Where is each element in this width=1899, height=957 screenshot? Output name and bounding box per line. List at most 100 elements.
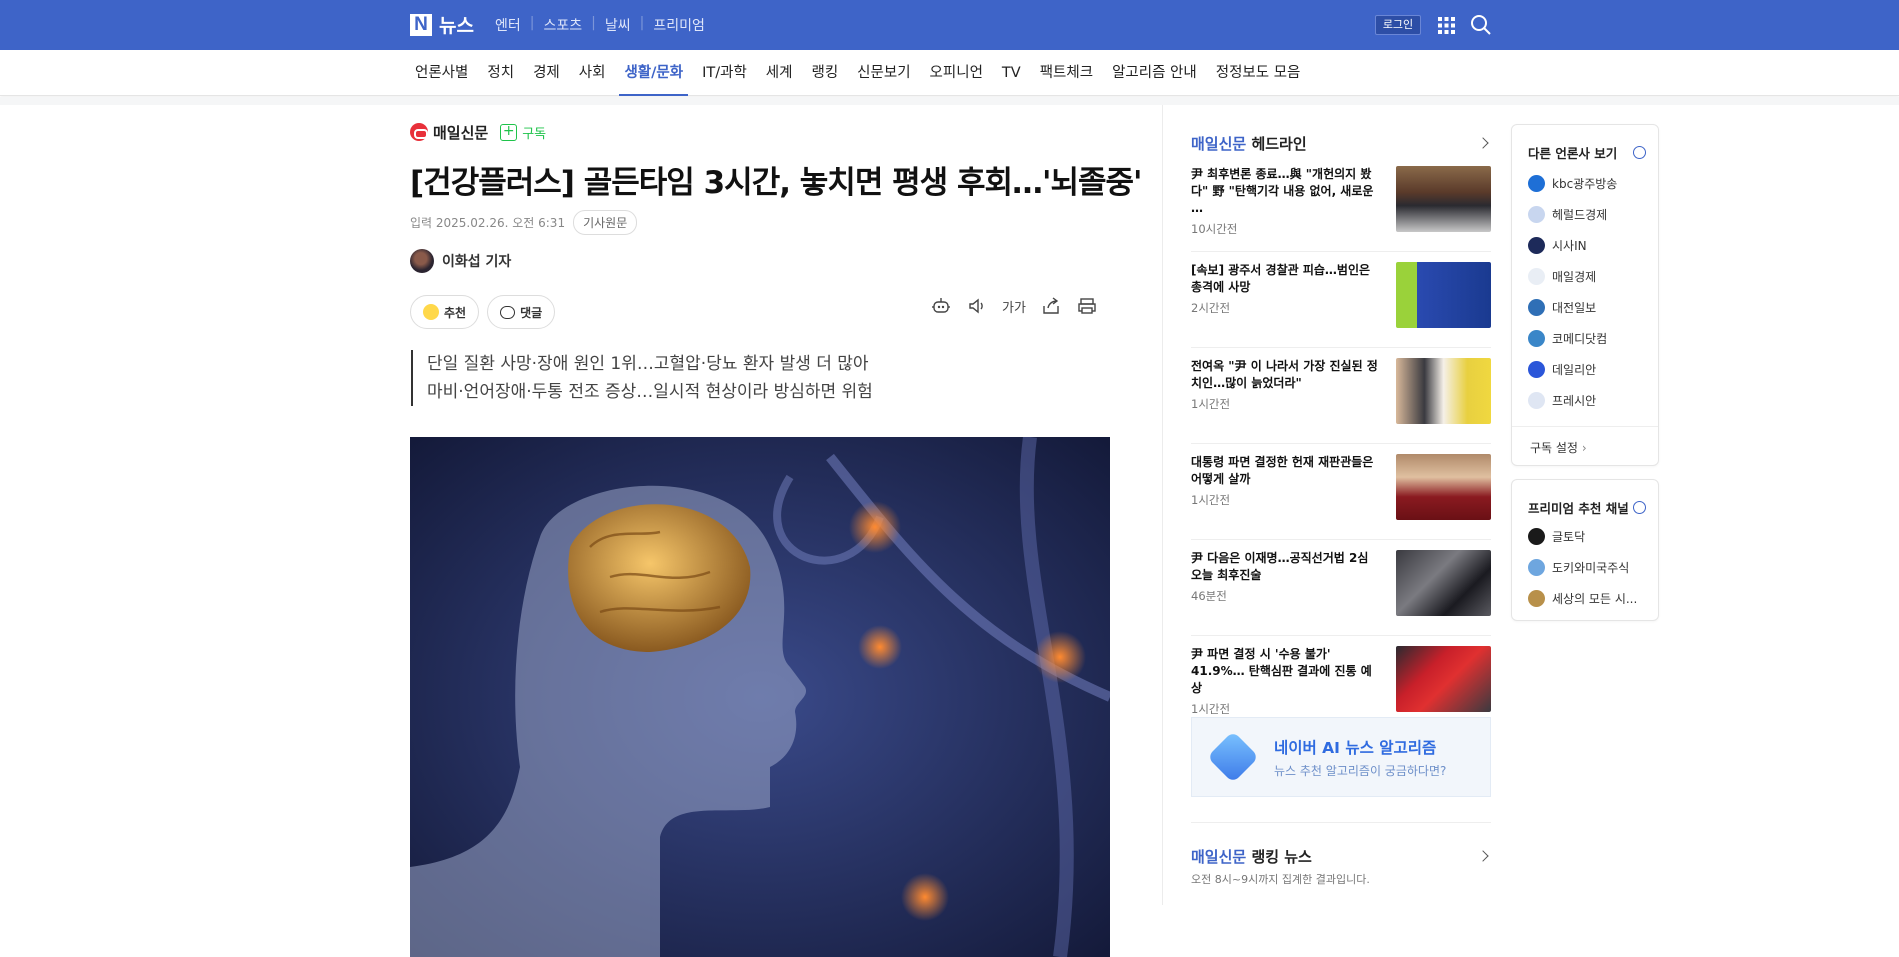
naver-logo: N bbox=[410, 13, 432, 36]
ranking-section: 매일신문 랭킹 뉴스 오전 8시~9시까지 집계한 결과입니다. bbox=[1191, 822, 1491, 887]
premium-channel-link[interactable]: 글토닥 bbox=[1512, 521, 1658, 552]
press-header: 매일신문 + 구독 bbox=[410, 120, 1110, 144]
chevron-right-icon[interactable] bbox=[1477, 850, 1489, 862]
ai-banner-subtitle: 뉴스 추천 알고리즘이 궁금하다면? bbox=[1274, 763, 1447, 778]
service-sports[interactable]: 스포츠 bbox=[543, 15, 582, 35]
subscription-settings-label: 구독 설정 bbox=[1530, 441, 1578, 455]
press-link[interactable]: 대전일보 bbox=[1512, 292, 1658, 323]
headline-thumbnail[interactable] bbox=[1396, 262, 1491, 328]
press-link-name: 시사IN bbox=[1552, 239, 1587, 253]
recommend-button[interactable]: 추천 bbox=[410, 295, 480, 329]
plus-icon: + bbox=[500, 123, 518, 141]
comment-button[interactable]: 댓글 bbox=[487, 295, 556, 329]
search-icon[interactable] bbox=[1470, 14, 1492, 36]
premium-channel-link[interactable]: 도키와미국주식 bbox=[1512, 552, 1658, 583]
press-link-name: 프레시안 bbox=[1552, 394, 1597, 408]
press-link[interactable]: 헤럴드경제 bbox=[1512, 199, 1658, 230]
nav-algorithm[interactable]: 알고리즘 안내 bbox=[1107, 50, 1202, 96]
ai-algorithm-banner[interactable]: 네이버 AI 뉴스 알고리즘 뉴스 추천 알고리즘이 궁금하다면? bbox=[1191, 717, 1491, 797]
nav-society[interactable]: 사회 bbox=[574, 50, 611, 96]
press-link[interactable]: 프레시안 bbox=[1512, 385, 1658, 416]
chevron-right-icon: › bbox=[1581, 441, 1587, 455]
premium-title: 프리미엄 추천 채널 bbox=[1528, 501, 1629, 516]
press-link[interactable]: 코메디닷컴 bbox=[1512, 323, 1658, 354]
nav-press[interactable]: 언론사별 bbox=[410, 50, 473, 96]
premium-channel-link[interactable]: 세상의 모든 시... bbox=[1512, 583, 1658, 614]
apps-grid-icon[interactable] bbox=[1438, 17, 1455, 34]
headline-title: 尹 다음은 이재명…공직선거법 2심 오늘 최후진술 bbox=[1191, 551, 1369, 582]
summary-line: 단일 질환 사망·장애 원인 1위…고혈압·당뇨 환자 발생 더 많아 bbox=[427, 354, 869, 374]
ranking-press: 매일신문 bbox=[1191, 847, 1247, 866]
share-icon[interactable] bbox=[1040, 295, 1062, 317]
speaker-icon[interactable] bbox=[966, 295, 988, 317]
press-logo-icon bbox=[1528, 299, 1545, 316]
nav-factcheck[interactable]: 팩트체크 bbox=[1035, 50, 1098, 96]
nav-opinion[interactable]: 오피니언 bbox=[925, 50, 988, 96]
channel-name: 글토닥 bbox=[1552, 530, 1586, 544]
headline-time: 1시간전 bbox=[1191, 702, 1231, 716]
service-weather[interactable]: 날씨 bbox=[605, 15, 631, 35]
service-links: 엔터 | 스포츠 | 날씨 | 프리미엄 bbox=[495, 15, 705, 35]
nav-newspaper[interactable]: 신문보기 bbox=[852, 50, 915, 96]
author[interactable]: 이화섭 기자 bbox=[410, 249, 1110, 273]
headlines-header[interactable]: 매일신문 헤드라인 bbox=[1191, 132, 1491, 154]
refresh-icon[interactable] bbox=[1633, 146, 1646, 159]
nav-ranking[interactable]: 랭킹 bbox=[806, 50, 843, 96]
nav-politics[interactable]: 정치 bbox=[482, 50, 519, 96]
headline-title: 대통령 파면 결정한 헌재 재판관들은 어떻게 살까 bbox=[1191, 455, 1374, 486]
news-logo-text: 뉴스 bbox=[439, 15, 474, 37]
press-link[interactable]: 시사IN bbox=[1512, 230, 1658, 261]
press-link[interactable]: 매일경제 bbox=[1512, 261, 1658, 292]
article: 매일신문 + 구독 [건강플러스] 골든타임 3시간, 놓치면 평생 후회…'뇌… bbox=[410, 120, 1143, 957]
headline-item[interactable]: 尹 최후변론 종료…與 "개헌의지 봤다" 野 "탄핵기각 내용 없어, 새로운… bbox=[1191, 166, 1491, 252]
smile-icon bbox=[423, 304, 439, 320]
article-meta: 입력 2025.02.26. 오전 6:31 기사원문 bbox=[410, 210, 1110, 235]
author-name: 이화섭 기자 bbox=[442, 254, 512, 270]
press-logo-icon bbox=[1528, 392, 1545, 409]
print-icon[interactable] bbox=[1076, 295, 1098, 317]
nav-tv[interactable]: TV bbox=[997, 50, 1026, 96]
chevron-right-icon[interactable] bbox=[1477, 137, 1489, 149]
headline-thumbnail[interactable] bbox=[1396, 358, 1491, 424]
press-name[interactable]: 매일신문 bbox=[433, 122, 488, 143]
naver-news-logo[interactable]: N 뉴스 bbox=[410, 11, 474, 38]
nav-world[interactable]: 세계 bbox=[761, 50, 798, 96]
headline-thumbnail[interactable] bbox=[1396, 550, 1491, 616]
refresh-icon[interactable] bbox=[1633, 501, 1646, 514]
column-divider bbox=[1162, 105, 1163, 905]
headline-time: 10시간전 bbox=[1191, 222, 1238, 236]
nav-life-culture[interactable]: 생활/문화 bbox=[619, 50, 688, 96]
headline-item[interactable]: 尹 다음은 이재명…공직선거법 2심 오늘 최후진술 46분전 bbox=[1191, 550, 1491, 636]
headline-item[interactable]: [속보] 광주서 경찰관 피습…범인은 총격에 사망 2시간전 bbox=[1191, 262, 1491, 348]
service-premium[interactable]: 프리미엄 bbox=[653, 15, 705, 35]
summary-bot-icon[interactable] bbox=[930, 295, 952, 317]
headline-title: 尹 최후변론 종료…與 "개헌의지 봤다" 野 "탄핵기각 내용 없어, 새로운… bbox=[1191, 167, 1374, 215]
headline-thumbnail[interactable] bbox=[1396, 646, 1491, 712]
headline-title: 尹 파면 결정 시 '수용 불가' 41.9%… 탄핵심판 결과에 진통 예상 bbox=[1191, 647, 1372, 695]
headline-item[interactable]: 대통령 파면 결정한 헌재 재판관들은 어떻게 살까 1시간전 bbox=[1191, 454, 1491, 540]
font-size-button[interactable]: 가가 bbox=[1002, 297, 1026, 316]
subscribe-button[interactable]: + 구독 bbox=[500, 123, 546, 142]
ranking-header[interactable]: 매일신문 랭킹 뉴스 bbox=[1191, 845, 1491, 867]
headline-thumbnail[interactable] bbox=[1396, 454, 1491, 520]
press-link-name: kbc광주방송 bbox=[1552, 177, 1618, 191]
headline-item[interactable]: 전여옥 "尹 이 나라서 가장 진실된 정치인…많이 늙었더라" 1시간전 bbox=[1191, 358, 1491, 444]
article-photo[interactable] bbox=[410, 437, 1110, 957]
headlines-press: 매일신문 bbox=[1191, 134, 1247, 153]
login-button[interactable]: 로그인 bbox=[1375, 15, 1421, 35]
headline-thumbnail[interactable] bbox=[1396, 166, 1491, 232]
nav-corrections[interactable]: 정정보도 모음 bbox=[1211, 50, 1306, 96]
top-bar: N 뉴스 엔터 | 스포츠 | 날씨 | 프리미엄 로그인 bbox=[0, 0, 1899, 50]
press-link[interactable]: kbc광주방송 bbox=[1512, 168, 1658, 199]
subscription-settings-link[interactable]: 구독 설정 › bbox=[1512, 426, 1658, 468]
press-logo-icon[interactable] bbox=[410, 123, 428, 141]
divider bbox=[0, 97, 1899, 105]
headlines-column: 매일신문 헤드라인 尹 최후변론 종료…與 "개헌의지 봤다" 野 "탄핵기각 … bbox=[1191, 132, 1491, 886]
service-entertainment[interactable]: 엔터 bbox=[495, 15, 521, 35]
nav-it-science[interactable]: IT/과학 bbox=[697, 50, 752, 96]
nav-economy[interactable]: 경제 bbox=[528, 50, 565, 96]
press-link[interactable]: 데일리안 bbox=[1512, 354, 1658, 385]
other-press-box: 다른 언론사 보기 kbc광주방송 헤럴드경제 시사IN 매일경제 대전일보 코… bbox=[1511, 124, 1659, 466]
original-article-button[interactable]: 기사원문 bbox=[573, 210, 638, 235]
channel-logo-icon bbox=[1528, 559, 1545, 576]
